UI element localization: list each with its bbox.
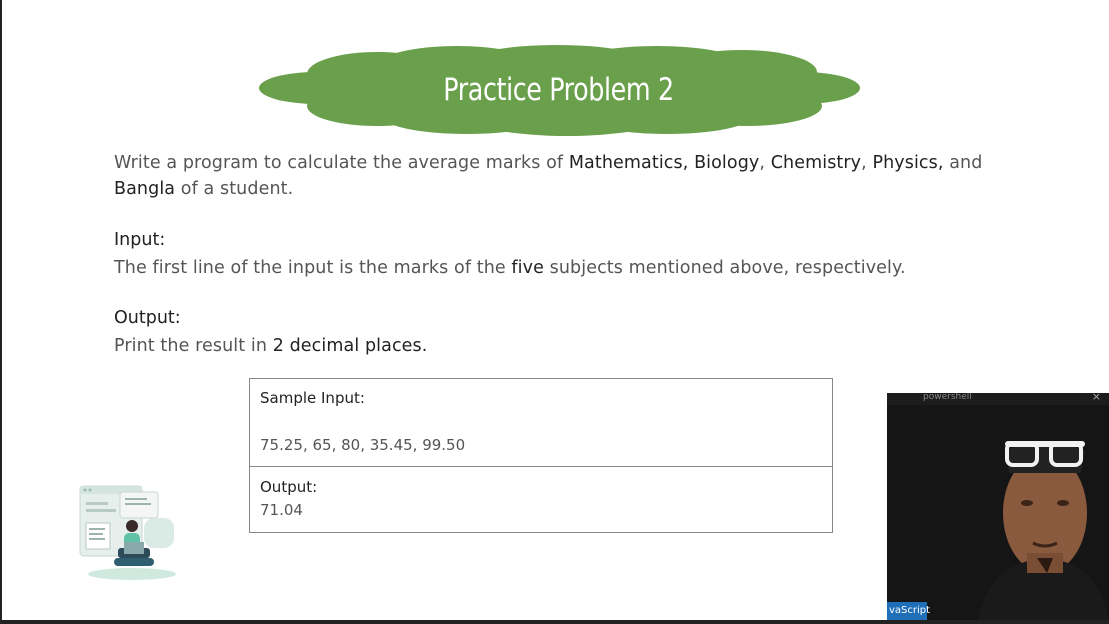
problem-statement: Write a program to calculate the average… [114,150,1014,202]
output-decimal: 2 decimal places. [272,336,428,356]
output-description: Print the result in 2 decimal places. [114,333,1014,359]
separator: , [759,153,771,173]
sample-output-value: 71.04 [260,501,303,519]
input-description: The first line of the input is the marks… [114,255,1014,281]
webcam-overlay: powershell × [887,393,1109,624]
title-cloud: Practice Problem 2 [257,44,860,136]
sample-input-label: Sample Input: [260,389,365,407]
and-word: and [943,153,983,173]
sample-io-box: Sample Input: 75.25, 65, 80, 35.45, 99.5… [249,378,833,533]
input-heading: Input: [114,230,166,250]
presenter-video-icon [977,441,1109,624]
sample-input-value: 75.25, 65, 80, 35.45, 99.50 [260,436,466,454]
subject-mathematics: Mathematics, [568,153,689,173]
webcam-label: vaScript [887,602,930,620]
separator: , [861,153,873,173]
output-prefix: Print the result in [114,336,273,356]
input-prefix: The first line of the input is the marks… [114,258,512,278]
statement-prefix: Write a program to calculate the average… [114,153,569,173]
subject-biology: Biology [694,153,760,173]
subject-physics: Physics, [872,153,944,173]
slide-title: Practice Problem 2 [443,72,674,108]
bottom-border [0,620,1109,624]
sample-input-row: Sample Input: 75.25, 65, 80, 35.45, 99.5… [250,379,832,467]
subject-bangla: Bangla [114,179,176,199]
statement-suffix: of a student. [175,179,294,199]
subject-chemistry: Chemistry [770,153,862,173]
input-suffix: subjects mentioned above, respectively. [543,258,906,278]
input-five: five [511,258,544,278]
output-heading: Output: [114,308,181,328]
coder-illustration-icon [74,478,184,583]
sample-output-label: Output: [260,478,318,496]
